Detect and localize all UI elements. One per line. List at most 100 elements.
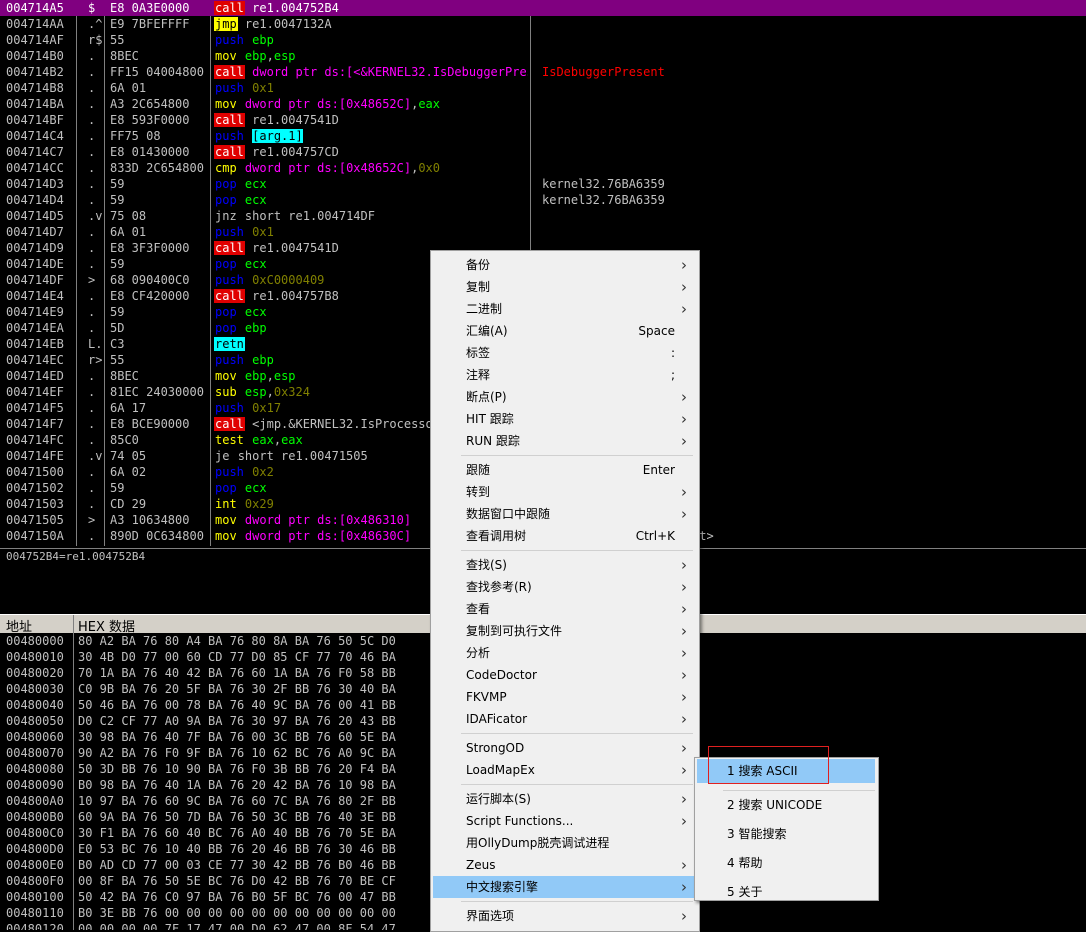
menu-item-fkvmp[interactable]: FKVMP › — [433, 686, 695, 708]
row-flow-mark: . — [88, 177, 96, 191]
menu-item-loadmapex[interactable]: LoadMapEx › — [433, 759, 695, 781]
menu-item-label[interactable]: 标签: — [433, 342, 695, 364]
menu-item-hit-trace[interactable]: HIT 跟踪 › — [433, 408, 695, 430]
disasm-row[interactable]: 004714C7. E8 01430000 call re1.004757CD — [0, 144, 1086, 160]
mnemonic: cmp — [215, 161, 237, 175]
disasm-row[interactable]: 004714D7. 6A 01 push 0x1 — [0, 224, 1086, 240]
operand: ebp — [252, 353, 274, 367]
row-instruction: pop ecx — [214, 176, 528, 192]
disasm-row[interactable]: 004714C4. FF75 08 push [arg.1] — [0, 128, 1086, 144]
dump-header-divider[interactable] — [73, 615, 74, 633]
row-flow-mark: r$ — [88, 33, 103, 47]
dump-address: 00480050 — [6, 714, 64, 728]
row-address: 004714FC — [6, 433, 64, 447]
row-address: 004714B8 — [6, 81, 64, 95]
menu-item-label: 查看调用树 — [466, 529, 527, 543]
menu-item-binary[interactable]: 二进制 › — [433, 298, 695, 320]
row-instruction: push 0x1 — [214, 224, 528, 240]
chevron-right-icon: › — [681, 856, 687, 874]
disasm-row[interactable]: 004714B0. 8BEC mov ebp,esp — [0, 48, 1086, 64]
operand: , — [273, 433, 282, 447]
menu-item-view[interactable]: 查看 › — [433, 598, 695, 620]
menu-item-ui-options[interactable]: 界面选项 › — [433, 905, 695, 927]
menu-item-script-functions[interactable]: Script Functions... › — [433, 810, 695, 832]
menu-item-ollydump[interactable]: 用OllyDump脱壳调试进程 — [433, 832, 695, 854]
menu-item-label: 复制到可执行文件 — [466, 624, 563, 638]
menu-item-search[interactable]: 查找(S) › — [433, 554, 695, 576]
operand: short re1.004714DF — [244, 209, 375, 223]
disasm-row[interactable]: 004714CC. 833D 2C654800 cmp dword ptr ds:[… — [0, 160, 1086, 176]
mnemonic: pop — [215, 305, 237, 319]
dump-hex: E0 53 BC 76 10 40 BB 76 20 46 BB 76 30 4… — [78, 842, 396, 856]
operand: 0x17 — [252, 401, 282, 415]
disasm-row[interactable]: 004714D4. 59 pop ecx kernel32.76BA6359 — [0, 192, 1086, 208]
operand: 0x1 — [252, 225, 274, 239]
dump-address: 00480030 — [6, 682, 64, 696]
menu-item-strongod[interactable]: StrongOD › — [433, 737, 695, 759]
menu-item-idaficator[interactable]: IDAFicator › — [433, 708, 695, 730]
disasm-row[interactable]: 004714AF r$ 55 push ebp — [0, 32, 1086, 48]
disasm-row[interactable]: 004714BA. A3 2C654800 mov dword ptr ds:[0x… — [0, 96, 1086, 112]
operand: re1.0047132A — [244, 17, 332, 31]
row-address: 004714D4 — [6, 193, 64, 207]
chevron-right-icon: › — [681, 666, 687, 684]
row-instruction: cmp dword ptr ds:[0x48652C],0x0 — [214, 160, 528, 176]
menu-item-backup[interactable]: 备份 › — [433, 254, 695, 276]
menu-item-copy-to-executable[interactable]: 复制到可执行文件 › — [433, 620, 695, 642]
menu-item-view-call-tree[interactable]: 查看调用树 Ctrl+K — [433, 525, 695, 547]
disasm-row[interactable]: 004714A5 $ E8 0A3E0000 call re1.004752B4 — [0, 0, 1086, 16]
disasm-row[interactable]: 004714AA .^ E9 7BFEFFFF jmp re1.0047132A — [0, 16, 1086, 32]
disasm-row[interactable]: 004714D3. 59 pop ecx kernel32.76BA6359 — [0, 176, 1086, 192]
menu-item-analysis[interactable]: 分析 › — [433, 642, 695, 664]
submenu-item-about[interactable]: 5 关于 — [697, 880, 875, 904]
row-flow-mark: . — [88, 65, 96, 79]
dump-hex: 30 4B D0 77 00 60 CD 77 D0 85 CF 77 70 4… — [78, 650, 396, 664]
operand: ecx — [244, 481, 267, 495]
disasm-row[interactable]: 004714B2. FF15 04004800 call dword ptr ds:… — [0, 64, 1086, 80]
menu-item-comment[interactable]: 注释; — [433, 364, 695, 386]
menu-item-run-script[interactable]: 运行脚本(S) › — [433, 788, 695, 810]
operand: , — [266, 49, 274, 63]
dump-address: 004800C0 — [6, 826, 64, 840]
row-instruction: call dword ptr ds:[<&KERNEL32.IsDebugger… — [214, 64, 528, 80]
menu-item-codedoctor[interactable]: CodeDoctor › — [433, 664, 695, 686]
row-hex-bytes: FF75 08 — [110, 129, 161, 143]
menu-item-chinese-search[interactable]: 中文搜索引擎 › — [433, 876, 695, 898]
dump-address: 00480090 — [6, 778, 64, 792]
menu-item-follow[interactable]: 跟随 Enter — [433, 459, 695, 481]
mnemonic: call — [214, 289, 245, 303]
row-hex-bytes: 890D 0C634800 — [110, 529, 204, 543]
mnemonic: push — [215, 129, 244, 143]
menu-item-assemble[interactable]: 汇编(A) Space — [433, 320, 695, 342]
row-comment: kernel32.76BA6359 — [542, 193, 665, 207]
menu-item-copy[interactable]: 复制 › — [433, 276, 695, 298]
menu-item-goto[interactable]: 转到 › — [433, 481, 695, 503]
dump-address: 00480010 — [6, 650, 64, 664]
operand: dword ptr ds:[0x48652C] — [244, 97, 412, 111]
row-instruction: call re1.004752B4 — [214, 0, 528, 16]
dump-address: 00480080 — [6, 762, 64, 776]
mnemonic: push — [215, 401, 244, 415]
row-address: 0047150A — [6, 529, 64, 543]
menu-item-label: HIT 跟踪 — [466, 412, 514, 426]
row-hex-bytes: 833D 2C654800 — [110, 161, 204, 175]
row-flow-mark: . — [88, 481, 96, 495]
disasm-row[interactable]: 004714D5 .v 75 08 jnz short re1.004714DF — [0, 208, 1086, 224]
dump-column-divider[interactable] — [73, 633, 74, 930]
submenu-item-help[interactable]: 4 帮助 — [697, 851, 875, 875]
menu-item-label: LoadMapEx — [466, 763, 535, 777]
submenu-item-label: 4 帮助 — [727, 856, 763, 870]
menu-item-run-trace[interactable]: RUN 跟踪 › — [433, 430, 695, 452]
submenu-item-smart-search[interactable]: 3 智能搜索 — [697, 822, 875, 846]
menu-item-zeus[interactable]: Zeus › — [433, 854, 695, 876]
mnemonic: push — [215, 465, 244, 479]
menu-item-follow-in-dump[interactable]: 数据窗口中跟随 › — [433, 503, 695, 525]
menu-item-find-references[interactable]: 查找参考(R) › — [433, 576, 695, 598]
operand: 0x1 — [252, 81, 274, 95]
operand: ebp — [252, 33, 274, 47]
submenu-item-search-unicode[interactable]: 2 搜索 UNICODE — [697, 793, 875, 817]
menu-item-breakpoint[interactable]: 断点(P) › — [433, 386, 695, 408]
row-hex-bytes: 8BEC — [110, 49, 139, 63]
disasm-row[interactable]: 004714BF. E8 593F0000 call re1.0047541D — [0, 112, 1086, 128]
disasm-row[interactable]: 004714B8. 6A 01 push 0x1 — [0, 80, 1086, 96]
